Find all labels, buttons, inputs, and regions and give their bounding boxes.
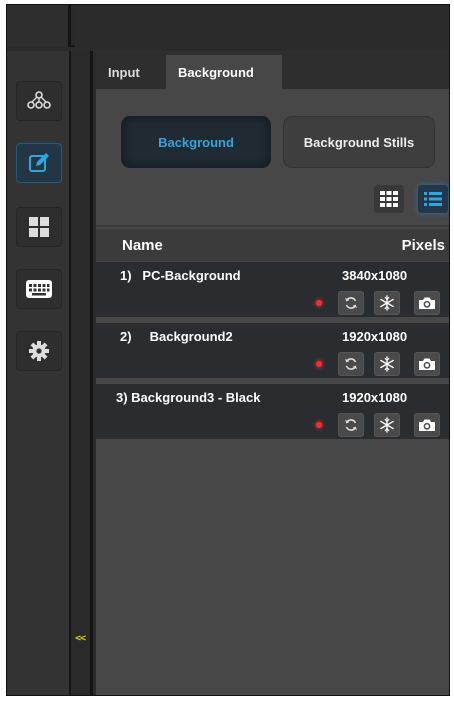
background-stills-button[interactable]: Background Stills <box>284 117 434 167</box>
sidebar-item-edit[interactable] <box>16 143 62 183</box>
refresh-icon <box>345 297 357 309</box>
sidebar-item-network[interactable] <box>16 81 62 121</box>
refresh-button[interactable] <box>338 291 364 315</box>
row-pixels: 1920x1080 <box>342 329 408 344</box>
camera-icon <box>419 297 435 309</box>
tab-bar: Input Background <box>96 51 449 89</box>
column-header-name[interactable]: Name <box>122 237 163 254</box>
snowflake-icon <box>380 417 394 433</box>
column-header-pixels[interactable]: Pixels <box>402 237 445 254</box>
snapshot-button[interactable] <box>414 352 440 376</box>
app-window: << Input Background Background Backgroun… <box>6 4 450 696</box>
row-name: 3) Background3 - Black <box>116 390 261 405</box>
refresh-icon <box>345 358 357 370</box>
grid-view-button[interactable] <box>374 185 404 213</box>
top-bar-left-segment <box>7 5 71 47</box>
freeze-button[interactable] <box>374 352 400 376</box>
sidebar-item-settings[interactable] <box>16 331 62 371</box>
collapse-sidebar-button[interactable]: << <box>75 633 86 644</box>
row-pixels: 1920x1080 <box>342 390 408 405</box>
tab-input[interactable]: Input <box>96 55 164 89</box>
keyboard-icon <box>26 280 52 298</box>
snowflake-icon <box>380 356 394 372</box>
top-bar <box>7 5 449 47</box>
status-indicator <box>316 361 322 367</box>
collapse-strip: << <box>73 51 93 695</box>
status-indicator <box>316 300 322 306</box>
list-view-icon <box>424 192 442 206</box>
sidebar-item-keyboard[interactable] <box>16 269 62 309</box>
list-item[interactable]: 2) Background2 1920x1080 <box>96 323 449 381</box>
row-name: 2) Background2 <box>120 329 233 344</box>
list-item[interactable]: 1) PC-Background 3840x1080 <box>96 262 449 320</box>
row-pixels: 3840x1080 <box>342 268 408 283</box>
freeze-button[interactable] <box>374 413 400 437</box>
snapshot-button[interactable] <box>414 291 440 315</box>
snapshot-button[interactable] <box>414 413 440 437</box>
list-view-button[interactable] <box>418 185 448 213</box>
edit-icon <box>29 153 49 172</box>
freeze-button[interactable] <box>374 291 400 315</box>
camera-icon <box>419 419 435 431</box>
snowflake-icon <box>380 295 394 311</box>
layout-grid-icon <box>29 217 49 237</box>
list-header: Name Pixels <box>96 229 449 261</box>
toolbar-divider <box>96 225 449 227</box>
network-icon <box>27 91 51 109</box>
grid-view-icon <box>380 191 398 207</box>
refresh-button[interactable] <box>338 352 364 376</box>
refresh-icon <box>345 419 357 431</box>
background-mode-button[interactable]: Background <box>122 117 270 167</box>
tab-background[interactable]: Background <box>166 55 282 89</box>
camera-icon <box>419 358 435 370</box>
sidebar-item-layout[interactable] <box>16 207 62 247</box>
gear-icon <box>29 341 49 361</box>
status-indicator <box>316 422 322 428</box>
left-sidebar <box>7 51 71 695</box>
main-panel: Input Background Background Background S… <box>96 51 449 695</box>
refresh-button[interactable] <box>338 413 364 437</box>
top-bar-right-segment <box>75 5 449 47</box>
list-item[interactable]: 3) Background3 - Black 1920x1080 <box>96 384 449 442</box>
row-name: 1) PC-Background <box>120 268 241 283</box>
